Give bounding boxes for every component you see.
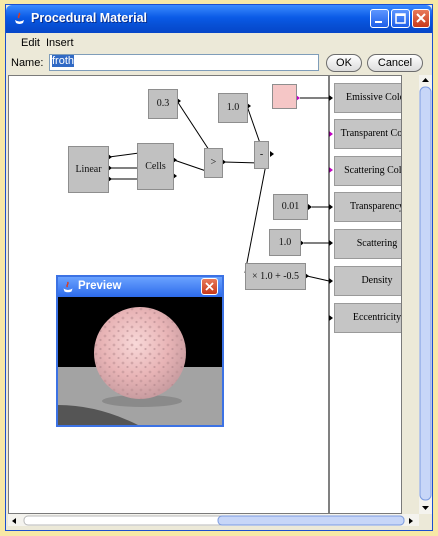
java-app-icon (15, 12, 24, 24)
output-density[interactable]: Density (334, 266, 401, 296)
preview-title: Preview (78, 280, 122, 292)
window-title: Procedural Material (31, 11, 148, 25)
node-emissive-color-swatch[interactable] (272, 84, 297, 109)
wire-03-compare (176, 100, 212, 154)
horizontal-scroll-thumb (217, 515, 405, 526)
vertical-scroll-thumb (419, 86, 432, 501)
node-value-1.0[interactable]: 1.0 (218, 93, 248, 123)
wire-subtract-transform (244, 153, 269, 274)
vertical-scrollbar[interactable] (419, 75, 432, 514)
scroll-up-arrow-icon (422, 78, 429, 82)
scroll-left-arrow-icon (12, 518, 16, 524)
port-subtract-out (270, 151, 274, 157)
port-001-out (308, 204, 312, 210)
preview-title-bar[interactable]: Preview (58, 277, 222, 297)
port-transparency-in (329, 204, 333, 210)
port-transparent-color-in (329, 131, 333, 137)
minimize-icon (375, 21, 382, 23)
output-emissive-color[interactable]: Emissive Color (334, 83, 401, 113)
port-scattering-color-in (329, 167, 333, 173)
node-cells[interactable]: Cells (137, 143, 174, 190)
node-value-0.3[interactable]: 0.3 (148, 89, 178, 119)
output-eccentricity[interactable]: Eccentricity (334, 303, 401, 333)
name-label: Name: (11, 57, 44, 69)
node-subtract[interactable]: - (254, 141, 269, 169)
vertical-scrollbar-graphics (419, 78, 432, 510)
name-input-value: froth (52, 55, 75, 67)
horizontal-scrollbar[interactable] (8, 514, 419, 526)
node-linear[interactable]: Linear (68, 146, 109, 193)
cancel-button[interactable]: Cancel (367, 54, 423, 72)
preview-window[interactable]: Preview (56, 275, 224, 427)
preview-sphere-texture (94, 307, 186, 399)
wire-density (306, 275, 330, 282)
horizontal-scrollbar-graphics (12, 515, 413, 526)
maximize-button[interactable] (391, 9, 410, 28)
wire-linear-cells-1 (108, 152, 140, 158)
output-scattering[interactable]: Scattering (334, 229, 401, 259)
node-value-0.01[interactable]: 0.01 (273, 194, 308, 220)
node-value-1.0-b[interactable]: 1.0 (269, 229, 301, 256)
output-transparency[interactable]: Transparency (334, 192, 401, 222)
menu-edit[interactable]: Edit (21, 37, 40, 49)
minimize-button[interactable] (370, 9, 389, 28)
title-bar[interactable]: Procedural Material (6, 5, 432, 33)
procedural-material-window: Procedural Material Edit Insert Name: fr… (5, 4, 433, 531)
wire-10-subtract (246, 105, 262, 147)
preview-close-button[interactable] (201, 278, 218, 295)
port-density-in (329, 278, 333, 284)
node-transform[interactable]: × 1.0 + -0.5 (245, 263, 306, 290)
port-scattering-in (329, 240, 333, 246)
port-emissive-in (329, 95, 333, 101)
name-input[interactable]: froth (49, 54, 319, 71)
java-app-icon (63, 281, 73, 293)
output-scattering-color[interactable]: Scattering Color (334, 156, 401, 186)
output-transparent-color[interactable]: Transparent Color (334, 119, 401, 149)
close-button[interactable] (412, 9, 430, 28)
maximize-icon (395, 13, 406, 24)
menu-bar: Edit Insert (6, 34, 432, 51)
port-eccentricity-in (329, 315, 333, 321)
close-icon (205, 282, 214, 291)
preview-render (58, 297, 222, 425)
ok-button[interactable]: OK (326, 54, 362, 72)
node-compare[interactable]: > (204, 148, 223, 178)
scroll-right-arrow-icon (409, 518, 413, 524)
menu-insert[interactable]: Insert (46, 37, 74, 49)
close-icon (416, 13, 426, 23)
scroll-down-arrow-icon (422, 506, 429, 510)
